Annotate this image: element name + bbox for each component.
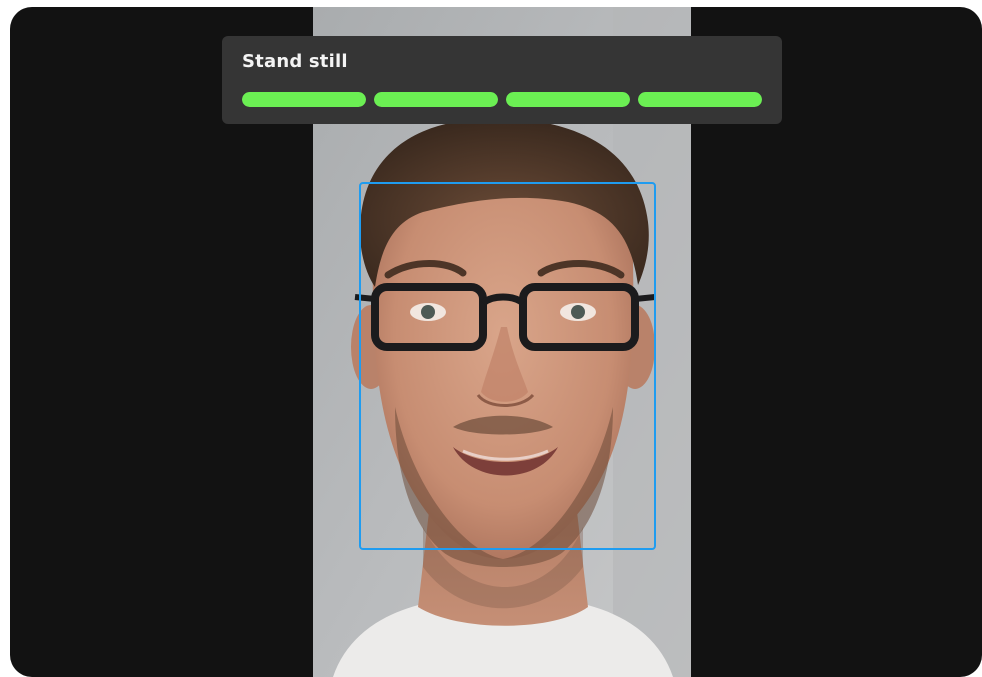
progress-step-3 bbox=[506, 92, 630, 107]
progress-step-fill bbox=[242, 92, 366, 107]
progress-step-fill bbox=[374, 92, 498, 107]
face-detection-box bbox=[359, 182, 656, 550]
progress-step-fill bbox=[506, 92, 630, 107]
progress-steps bbox=[242, 92, 762, 107]
liveness-check-frame: Stand still bbox=[10, 7, 982, 677]
progress-step-2 bbox=[374, 92, 498, 107]
progress-step-4 bbox=[638, 92, 762, 107]
status-panel: Stand still bbox=[222, 36, 782, 124]
progress-step-fill bbox=[638, 92, 762, 107]
progress-step-1 bbox=[242, 92, 366, 107]
status-message: Stand still bbox=[242, 51, 348, 72]
